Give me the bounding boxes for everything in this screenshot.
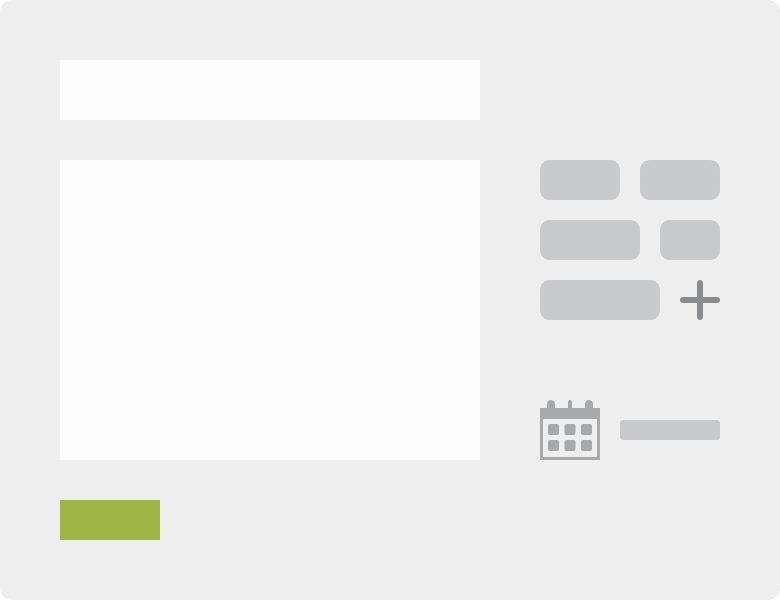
form-panel: [0, 0, 780, 600]
calendar-icon[interactable]: [540, 400, 600, 460]
tag-chip[interactable]: [540, 280, 660, 320]
date-input[interactable]: [620, 420, 720, 440]
tag-chip[interactable]: [660, 220, 720, 260]
submit-button[interactable]: [60, 500, 160, 540]
body-textarea[interactable]: [60, 160, 480, 460]
tag-chip[interactable]: [540, 160, 620, 200]
plus-icon: [680, 280, 720, 320]
title-input[interactable]: [60, 60, 480, 120]
tag-chip[interactable]: [640, 160, 720, 200]
add-tag-button[interactable]: [680, 280, 720, 320]
tag-chip[interactable]: [540, 220, 640, 260]
